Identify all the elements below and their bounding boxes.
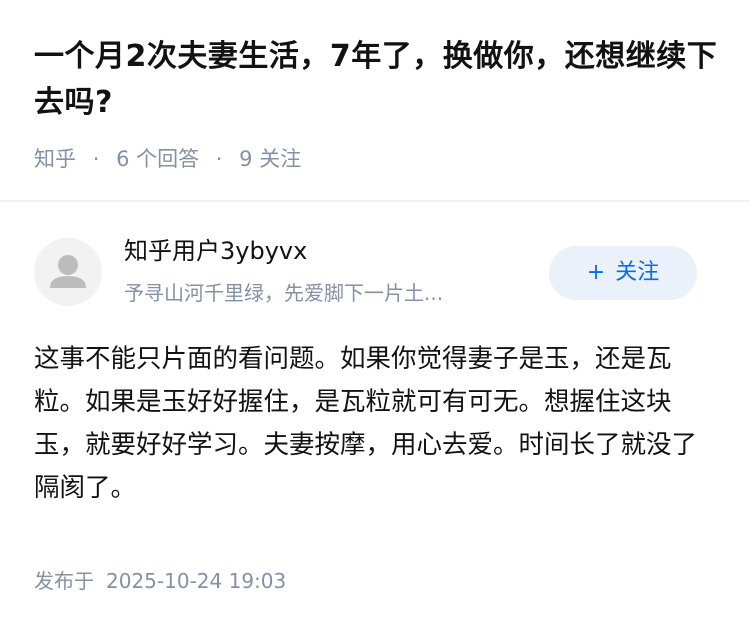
published-time: 2025-10-24 19:03 bbox=[106, 569, 287, 593]
publish-info: 发布于 2025-10-24 19:03 bbox=[34, 566, 286, 596]
answer-page: 一个月2次夫妻生活，7年了，换做你，还想继续下去吗? 知乎 · 6 个回答 · … bbox=[0, 0, 750, 634]
follower-count[interactable]: 9 关注 bbox=[239, 147, 301, 171]
answer-content: 这事不能只片面的看问题。如果你觉得妻子是玉，还是瓦粒。如果是玉好好握住，是瓦粒就… bbox=[34, 344, 698, 503]
plus-icon: + bbox=[586, 260, 606, 285]
source-label[interactable]: 知乎 bbox=[34, 147, 76, 171]
author-avatar[interactable] bbox=[34, 238, 102, 306]
question-header: 一个月2次夫妻生活，7年了，换做你，还想继续下去吗? 知乎 · 6 个回答 · … bbox=[0, 0, 750, 200]
question-meta: 知乎 · 6 个回答 · 9 关注 bbox=[34, 143, 301, 175]
answer-count[interactable]: 6 个回答 bbox=[116, 147, 199, 171]
follow-button[interactable]: + 关注 bbox=[549, 246, 697, 300]
question-title[interactable]: 一个月2次夫妻生活，7年了，换做你，还想继续下去吗? bbox=[34, 34, 724, 126]
author-info: 知乎用户3ybyvx 予寻山河千里绿，先爱脚下一片土... + 关注 bbox=[0, 202, 750, 322]
author-bio: 予寻山河千里绿，先爱脚下一片土... bbox=[124, 281, 444, 305]
default-user-avatar-icon bbox=[34, 238, 102, 306]
meta-separator: · bbox=[92, 147, 100, 171]
follow-button-label: 关注 bbox=[615, 260, 660, 285]
meta-separator: · bbox=[215, 147, 223, 171]
published-label: 发布于 bbox=[34, 569, 94, 593]
author-name[interactable]: 知乎用户3ybyvx bbox=[124, 234, 307, 268]
